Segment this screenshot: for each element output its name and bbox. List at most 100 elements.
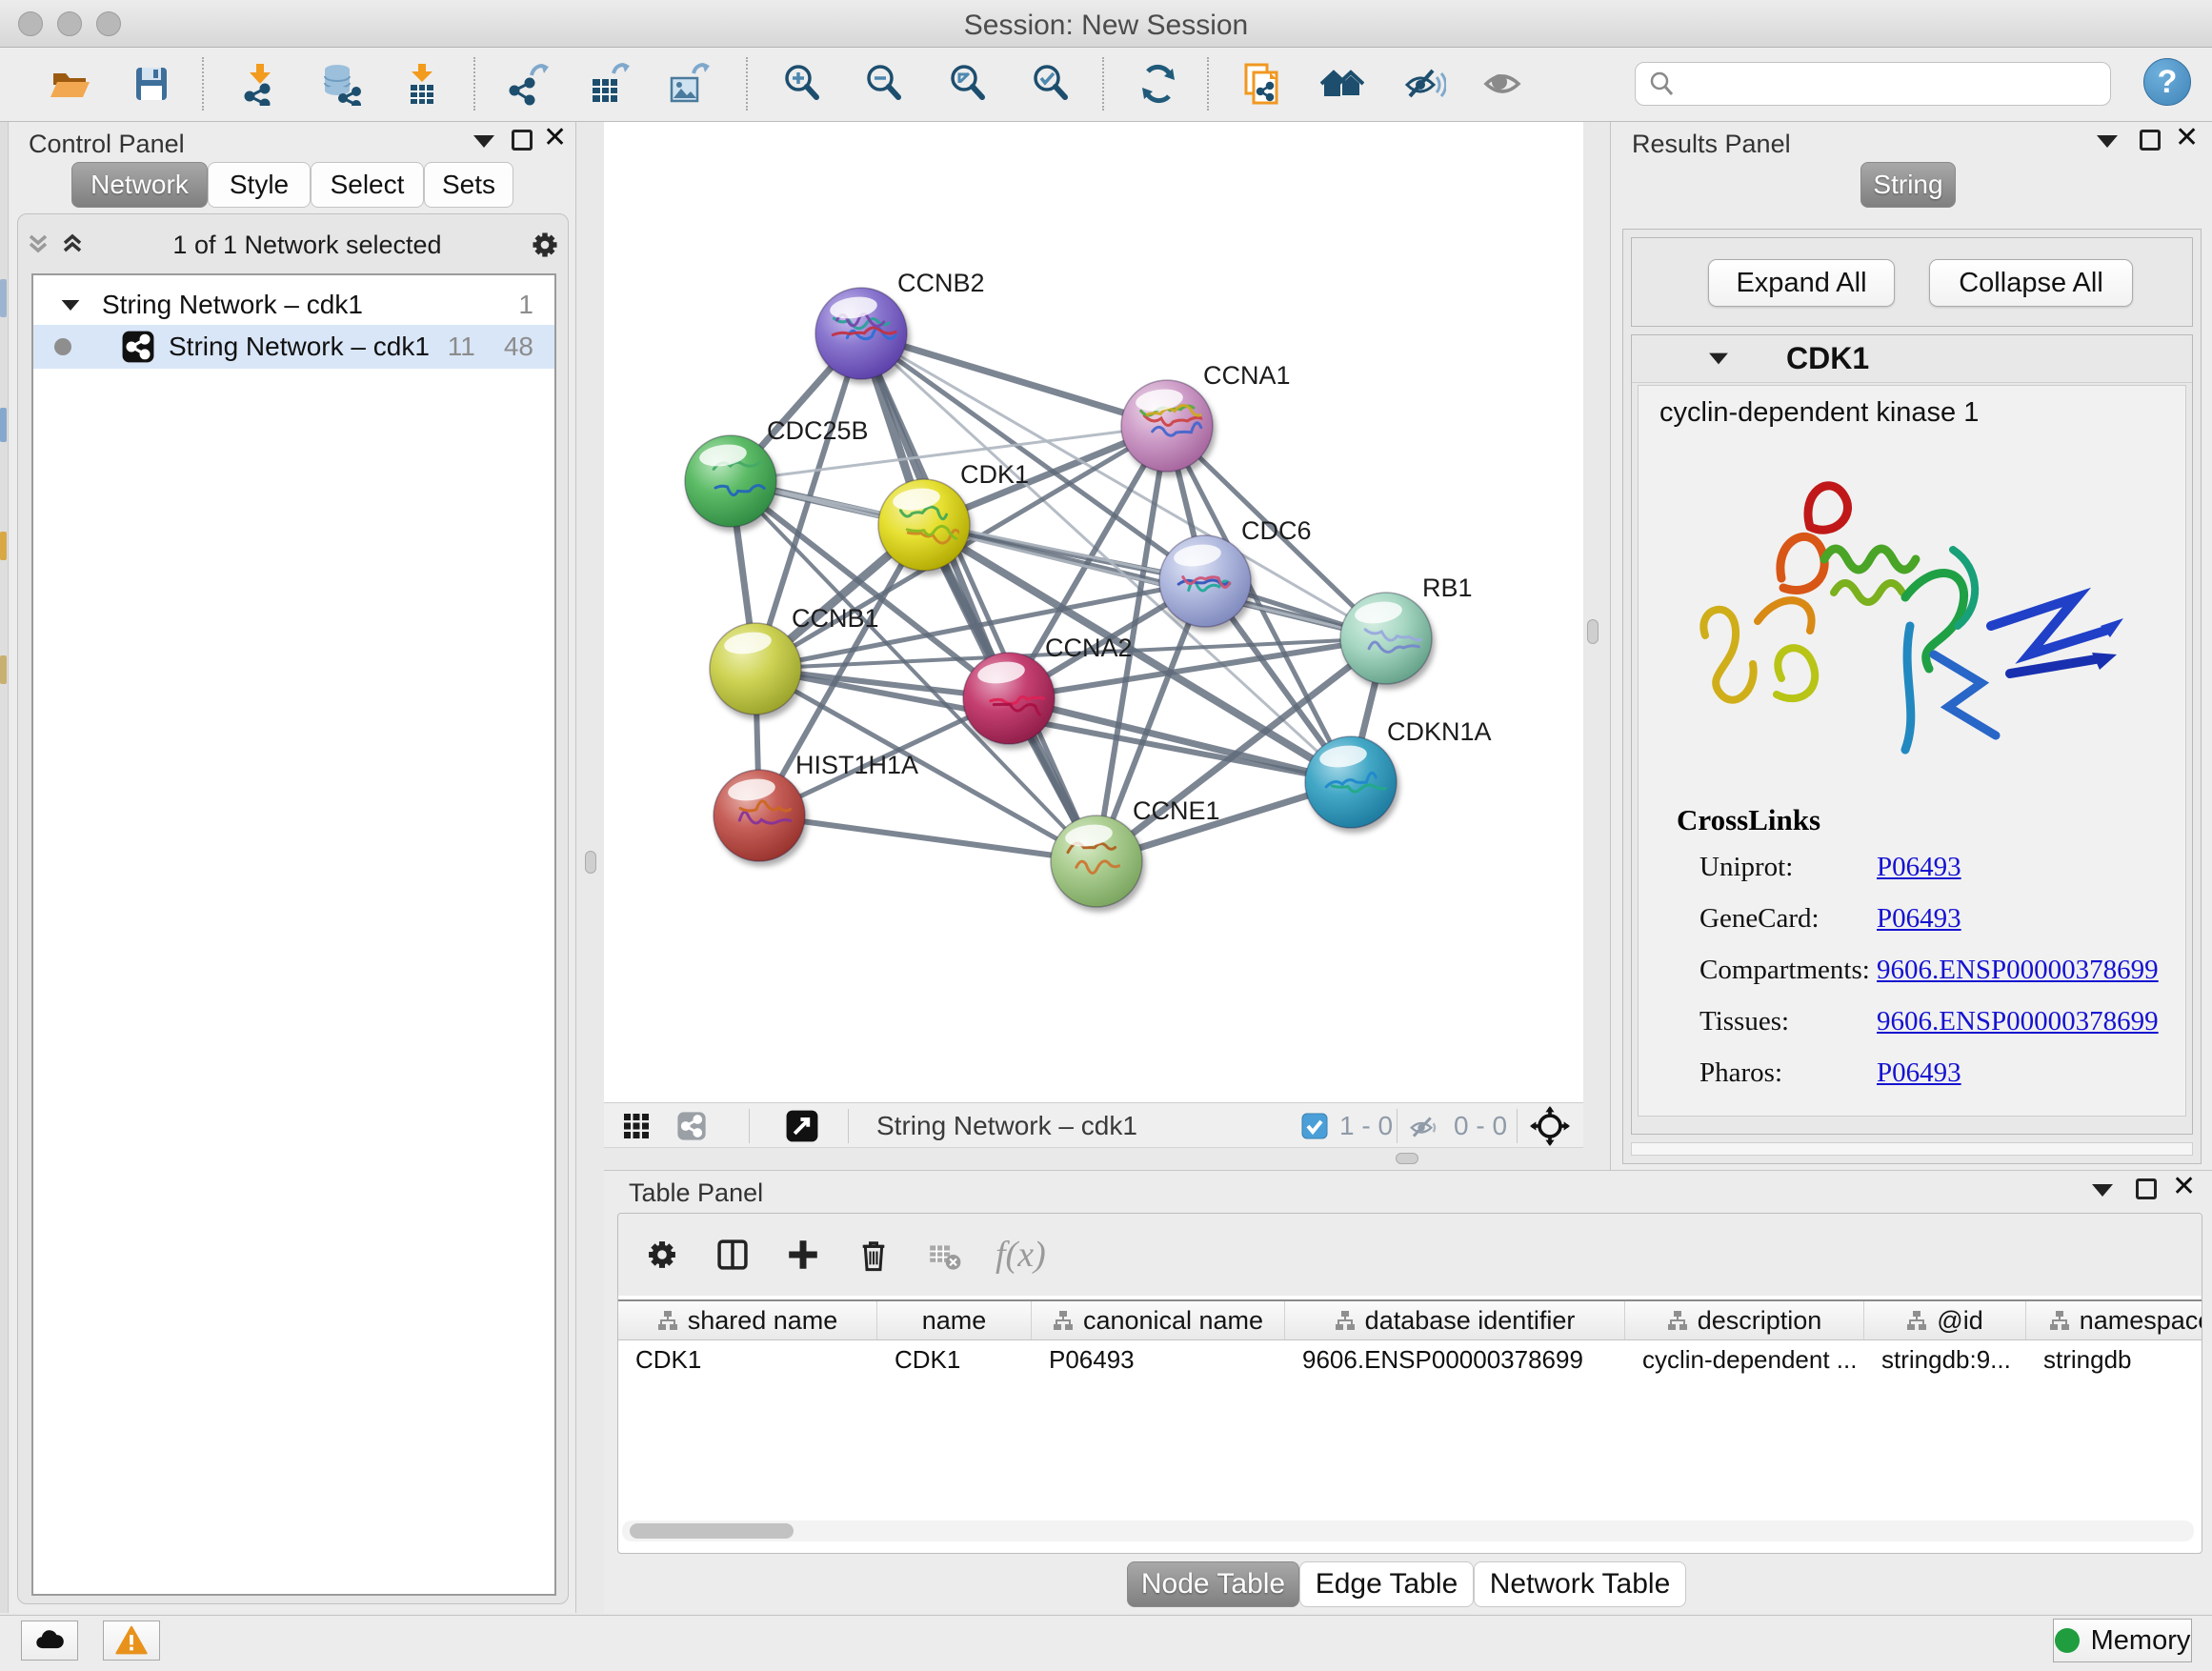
zoom-in-button[interactable] [777, 59, 827, 109]
tab-node-table[interactable]: Node Table [1127, 1561, 1299, 1607]
node-CDK1[interactable]: CDK1 [878, 460, 1029, 571]
expand-all-icon[interactable] [58, 231, 87, 259]
memory-status-dot [2055, 1628, 2080, 1653]
search-input[interactable] [1676, 70, 2085, 99]
node-CDKN1A[interactable]: CDKN1A [1305, 717, 1492, 828]
save-session-button[interactable] [127, 59, 176, 109]
open-session-button[interactable] [45, 59, 94, 109]
tab-network[interactable]: Network [71, 162, 208, 208]
node-HIST1H1A[interactable]: HIST1H1A [714, 751, 918, 861]
cell-sharedname[interactable]: CDK1 [618, 1340, 877, 1379]
column-header-id[interactable]: @id [1864, 1301, 2026, 1339]
results-panel-float-button[interactable] [2140, 130, 2161, 151]
add-column-icon[interactable] [784, 1236, 822, 1274]
expand-collapse-bar: Expand All Collapse All [1631, 237, 2193, 327]
cell-id[interactable]: stringdb:9... [1864, 1340, 2026, 1379]
show-columns-icon[interactable] [714, 1236, 752, 1274]
cdk1-section-header[interactable]: CDK1 [1632, 335, 2192, 383]
delete-column-icon[interactable] [855, 1236, 893, 1274]
help-button[interactable]: ? [2143, 58, 2191, 106]
expand-all-button[interactable]: Expand All [1708, 259, 1895, 307]
control-panel-close-button[interactable]: ✕ [543, 128, 567, 149]
column-header-sharedname[interactable]: shared name [618, 1301, 877, 1339]
network-collection-row[interactable]: String Network – cdk1 1 [33, 283, 554, 327]
table-panel-close-button[interactable]: ✕ [2172, 1177, 2196, 1198]
export-image-button[interactable] [664, 59, 714, 109]
tab-style[interactable]: Style [208, 162, 311, 208]
tab-edge-table[interactable]: Edge Table [1299, 1561, 1474, 1607]
clone-network-button[interactable] [1236, 59, 1285, 109]
left-splitter-handle[interactable] [585, 851, 596, 874]
import-table-button[interactable] [397, 59, 447, 109]
crosslink-link[interactable]: 9606.ENSP00000378699 [1877, 955, 2159, 986]
bottom-splitter-handle[interactable] [1396, 1153, 1418, 1164]
tab-select[interactable]: Select [311, 162, 424, 208]
memory-button[interactable]: Memory [2053, 1619, 2192, 1662]
node-RB1[interactable]: RB1 [1340, 574, 1473, 684]
zoom-fit-button[interactable] [943, 59, 993, 109]
network-canvas[interactable]: CCNB2CCNA1CDC25BCDK1CDC6RB1CCNB1CCNA2CDK… [604, 122, 1583, 1102]
show-all-button[interactable] [1478, 59, 1527, 109]
table-row[interactable]: CDK1CDK1P064939606.ENSP00000378699cyclin… [618, 1340, 2202, 1379]
grid-view-icon[interactable] [623, 1113, 650, 1139]
zoom-fit-icon [946, 62, 990, 106]
cell-canonicalname[interactable]: P06493 [1032, 1340, 1285, 1379]
birds-eye-view-icon[interactable] [1530, 1106, 1570, 1146]
node-CCNB1[interactable]: CCNB1 [710, 604, 879, 715]
cell-description[interactable]: cyclin-dependent ... [1625, 1340, 1864, 1379]
table-panel-float-button[interactable] [2136, 1178, 2157, 1199]
crosslink-link[interactable]: P06493 [1877, 1057, 1961, 1089]
column-header-databaseidentifier[interactable]: database identifier [1285, 1301, 1625, 1339]
zoom-out-button[interactable] [859, 59, 909, 109]
cloud-status-button[interactable] [21, 1621, 78, 1661]
tab-sets[interactable]: Sets [424, 162, 513, 208]
crosslink-link[interactable]: P06493 [1877, 903, 1961, 935]
column-header-description[interactable]: description [1625, 1301, 1864, 1339]
results-scrollbar-track[interactable] [1631, 1142, 2193, 1156]
table-panel-collapse-button[interactable] [2092, 1184, 2113, 1197]
node-CDC6[interactable]: CDC6 [1159, 516, 1312, 627]
table-gear-icon[interactable] [643, 1236, 681, 1274]
zoom-selected-button[interactable] [1026, 59, 1076, 109]
edge-CCNB2-CCNA1[interactable] [861, 333, 1167, 426]
hide-selected-button[interactable] [1399, 59, 1449, 109]
column-header-name[interactable]: name [877, 1301, 1032, 1339]
apply-layout-button[interactable] [1134, 59, 1183, 109]
export-network-button[interactable] [504, 59, 553, 109]
control-panel-float-button[interactable] [512, 130, 533, 151]
right-splitter-handle[interactable] [1587, 619, 1599, 644]
node-CDC25B[interactable]: CDC25B [685, 416, 869, 527]
table-hscrollbar-track[interactable] [622, 1520, 2194, 1541]
tab-string[interactable]: String [1860, 162, 1956, 208]
crosslink-link[interactable]: 9606.ENSP00000378699 [1877, 1006, 2159, 1037]
warnings-button[interactable] [103, 1621, 160, 1661]
first-neighbors-button[interactable] [1317, 59, 1367, 109]
node-CCNA1[interactable]: CCNA1 [1121, 361, 1291, 472]
network-row-selected[interactable]: String Network – cdk1 11 48 [33, 325, 554, 369]
column-header-namespace[interactable]: namespace [2026, 1301, 2202, 1339]
tab-network-table[interactable]: Network Table [1474, 1561, 1686, 1607]
table-hscrollbar-thumb[interactable] [630, 1523, 794, 1539]
cell-name[interactable]: CDK1 [877, 1340, 1032, 1379]
cell-namespace[interactable]: stringdb [2026, 1340, 2202, 1379]
edge-HIST1H1A-CCNE1[interactable] [759, 815, 1096, 861]
import-network-from-database-button[interactable] [315, 59, 365, 109]
collapse-all-icon[interactable] [24, 231, 52, 259]
control-panel-collapse-button[interactable] [473, 135, 494, 148]
section-expander-icon[interactable] [1709, 353, 1728, 365]
results-panel-close-button[interactable]: ✕ [2175, 128, 2199, 149]
cell-databaseidentifier[interactable]: 9606.ENSP00000378699 [1285, 1340, 1625, 1379]
open-in-window-icon[interactable] [785, 1109, 819, 1143]
edge-CCNB2-CCNE1[interactable] [861, 333, 1096, 861]
network-view-icon[interactable] [676, 1111, 707, 1141]
crosslink-link[interactable]: P06493 [1877, 852, 1961, 883]
import-network-button[interactable] [235, 59, 285, 109]
column-header-canonicalname[interactable]: canonical name [1032, 1301, 1285, 1339]
collapse-all-button[interactable]: Collapse All [1929, 259, 2133, 307]
selected-checkbox-icon[interactable] [1301, 1113, 1328, 1139]
export-table-button[interactable] [584, 59, 633, 109]
results-panel-collapse-button[interactable] [2097, 135, 2118, 148]
collection-expander-icon[interactable] [62, 299, 80, 310]
toolbar-search[interactable] [1635, 62, 2111, 106]
gear-icon[interactable] [528, 228, 562, 262]
